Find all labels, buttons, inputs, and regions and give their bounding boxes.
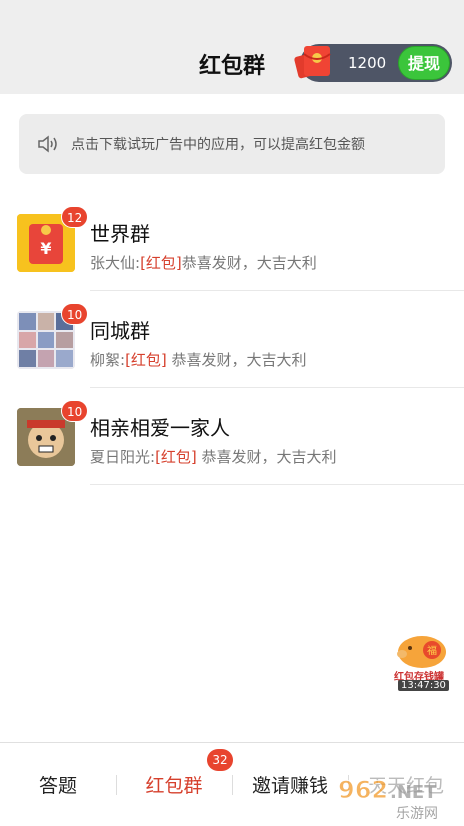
preview-sender: 张大仙: — [90, 254, 141, 272]
svg-text:福: 福 — [427, 644, 437, 657]
group-item-city[interactable]: 10 同城群 柳絮:[红包] 恭喜发财，大吉大利 — [0, 291, 464, 388]
preview-text: 恭喜发财，大吉大利 — [166, 351, 307, 369]
message-preview: 夏日阳光:[红包] 恭喜发财，大吉大利 — [90, 446, 337, 467]
app-header: 红包群 1200 提现 — [0, 0, 464, 94]
divider — [90, 484, 464, 485]
preview-sender: 柳絮: — [90, 351, 126, 369]
red-packet-icon — [294, 46, 331, 79]
svg-text:962: 962 — [338, 776, 388, 804]
preview-text: 恭喜发财，大吉大利 — [196, 448, 337, 466]
message-preview: 张大仙:[红包]恭喜发财，大吉大利 — [90, 252, 317, 273]
message-preview: 柳絮:[红包] 恭喜发财，大吉大利 — [90, 349, 307, 370]
preview-tag: [红包] — [125, 351, 167, 369]
notice-text: 点击下载试玩广告中的应用，可以提高红包金额 — [71, 137, 365, 153]
piggy-bank-button[interactable]: 福 红包存钱罐 13:47:30 — [392, 630, 452, 694]
piggy-bank-timer: 13:47:30 — [398, 680, 449, 691]
tab-red-packet-group[interactable]: 红包群 — [116, 771, 232, 798]
preview-sender: 夏日阳光: — [90, 448, 156, 466]
svg-text:.NET: .NET — [390, 782, 437, 803]
unread-badge: 10 — [61, 400, 89, 422]
notice-bar: 点击下载试玩广告中的应用，可以提高红包金额 — [19, 114, 445, 174]
unread-badge: 12 — [61, 206, 89, 228]
group-item-family[interactable]: 10 相亲相爱一家人 夏日阳光:[红包] 恭喜发财，大吉大利 — [0, 388, 464, 485]
preview-tag: [红包] — [140, 254, 182, 272]
tab-quiz[interactable]: 答题 — [0, 771, 116, 798]
tab-badge: 32 — [207, 749, 233, 771]
group-name: 同城群 — [90, 319, 150, 343]
group-name: 世界群 — [90, 222, 150, 246]
speaker-icon — [38, 135, 57, 153]
balance-amount: 1200 — [348, 54, 387, 72]
preview-tag: [红包] — [155, 448, 197, 466]
unread-badge: 10 — [61, 303, 89, 325]
group-item-world[interactable]: ¥ 12 世界群 张大仙:[红包]恭喜发财，大吉大利 — [0, 194, 464, 291]
watermark-logo: 962 .NET 乐游网 — [330, 768, 460, 824]
watermark-icon: 962 .NET 乐游网 — [338, 776, 439, 823]
preview-text: 恭喜发财，大吉大利 — [181, 254, 317, 272]
svg-text:乐游网: 乐游网 — [396, 806, 438, 822]
group-name: 相亲相爱一家人 — [90, 416, 230, 440]
svg-text:¥: ¥ — [40, 239, 51, 258]
withdraw-button[interactable]: 提现 — [398, 46, 450, 80]
